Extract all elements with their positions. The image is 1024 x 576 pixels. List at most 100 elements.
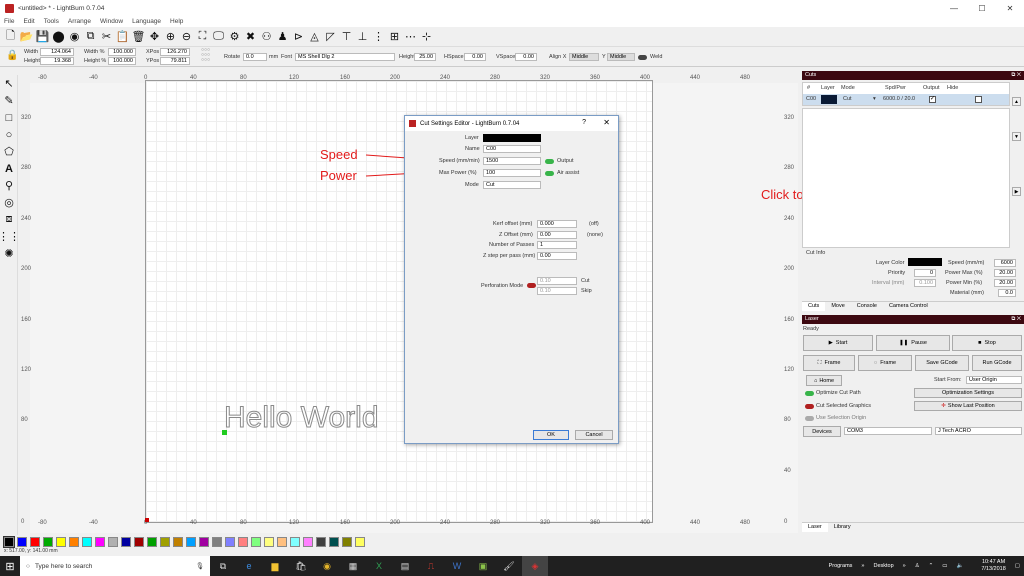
lightburn-taskbar-icon[interactable]: ◈ xyxy=(522,556,548,576)
tray-arrow-icon[interactable]: ⌃ xyxy=(929,563,934,569)
paint-icon[interactable]: 🖌 xyxy=(496,556,522,576)
palette-swatch[interactable] xyxy=(147,536,157,547)
pause-button[interactable]: ❚❚ Pause xyxy=(876,335,950,351)
device-select[interactable]: J Tech ACRO xyxy=(935,427,1022,435)
powermin-input[interactable]: 20.00 xyxy=(994,279,1016,287)
row-mode[interactable]: Cut xyxy=(843,96,852,102)
interval-input[interactable]: 0.100 xyxy=(914,279,936,287)
tab-laser[interactable]: Laser xyxy=(802,523,828,532)
palette-swatch[interactable] xyxy=(82,536,92,547)
chevron-icon[interactable]: » xyxy=(861,563,864,569)
palette-swatch[interactable] xyxy=(134,536,144,547)
tab-console[interactable]: Console xyxy=(851,302,883,311)
mode-select[interactable]: Cut xyxy=(483,181,541,189)
palette-swatch[interactable] xyxy=(329,536,339,547)
ok-button[interactable]: OK xyxy=(533,430,569,440)
output-checkbox[interactable]: ✓ xyxy=(929,96,936,103)
word-icon[interactable]: W xyxy=(444,556,470,576)
palette-swatch[interactable] xyxy=(342,536,352,547)
palette-swatch[interactable] xyxy=(212,536,222,547)
tab-move[interactable]: Move xyxy=(825,302,850,311)
move-down-icon[interactable]: ▼ xyxy=(1012,132,1021,141)
palette-swatch[interactable] xyxy=(316,536,326,547)
devices-button[interactable]: Devices xyxy=(803,426,841,437)
palette-swatch[interactable] xyxy=(225,536,235,547)
palette-swatch[interactable] xyxy=(43,536,53,547)
edge-icon[interactable]: e xyxy=(236,556,262,576)
expand-right-icon[interactable]: ▶ xyxy=(1012,187,1021,196)
palette-swatch[interactable] xyxy=(121,536,131,547)
table-row[interactable]: C00 Cut ▾ 6000.0 / 20.0 ✓ xyxy=(803,94,1009,105)
perforation-toggle[interactable] xyxy=(527,283,536,288)
palette-swatch[interactable] xyxy=(264,536,274,547)
airassist-toggle[interactable] xyxy=(545,171,554,176)
palette-swatch[interactable] xyxy=(30,536,40,547)
calculator-icon[interactable]: ▦ xyxy=(340,556,366,576)
palette-swatch[interactable] xyxy=(277,536,287,547)
palette-swatch[interactable] xyxy=(186,536,196,547)
clock[interactable]: 10:47 AM 7/13/2018 xyxy=(972,559,1005,573)
taskbar-search[interactable]: ○ Type here to search 🎙 xyxy=(20,556,210,576)
windows-start-icon[interactable]: ⊞ xyxy=(0,556,20,576)
notepad-icon[interactable]: ▤ xyxy=(392,556,418,576)
desktop-toolbar[interactable]: Desktop xyxy=(873,563,893,569)
task-view-icon[interactable]: ⧉ xyxy=(210,556,236,576)
palette-swatch[interactable] xyxy=(251,536,261,547)
store-icon[interactable]: 🛍 xyxy=(288,556,314,576)
port-select[interactable]: COM3 xyxy=(844,427,932,435)
name-input[interactable]: C00 xyxy=(483,145,541,153)
network-icon[interactable]: ▭ xyxy=(942,563,947,569)
file-explorer-icon[interactable]: ▆ xyxy=(262,556,288,576)
cut-selected-toggle[interactable] xyxy=(805,404,814,409)
zstep-input[interactable]: 0.00 xyxy=(537,252,577,260)
show-last-position-button[interactable]: ✛ Show Last Position xyxy=(914,401,1022,411)
dialog-close-button[interactable]: ✕ xyxy=(603,118,610,127)
kerf-input[interactable]: 0.000 xyxy=(537,220,577,228)
palette-swatch[interactable] xyxy=(160,536,170,547)
palette-swatch[interactable] xyxy=(173,536,183,547)
passes-input[interactable]: 1 xyxy=(537,241,577,249)
hide-checkbox[interactable] xyxy=(975,96,982,103)
zoffset-input[interactable]: 0.00 xyxy=(537,231,577,239)
output-toggle[interactable] xyxy=(545,159,554,164)
chevron-icon[interactable]: » xyxy=(903,563,906,569)
palette-swatch[interactable] xyxy=(3,535,15,548)
row-mode-dropdown-icon[interactable]: ▾ xyxy=(873,96,876,102)
palette-swatch[interactable] xyxy=(238,536,248,547)
stop-button[interactable]: ■ Stop xyxy=(952,335,1022,351)
palette-swatch[interactable] xyxy=(17,536,27,547)
row-spdpwr[interactable]: 6000.0 / 20.0 xyxy=(883,96,915,102)
volume-icon[interactable]: 🔈 xyxy=(956,563,963,569)
app-icon[interactable]: ▣ xyxy=(470,556,496,576)
dialog-help-button[interactable]: ? xyxy=(582,119,586,126)
palette-swatch[interactable] xyxy=(56,536,66,547)
info-speed-input[interactable]: 6000 xyxy=(994,259,1016,267)
palette-swatch[interactable] xyxy=(355,536,365,547)
tab-cuts[interactable]: Cuts xyxy=(802,302,826,311)
chrome-icon[interactable]: ◉ xyxy=(314,556,340,576)
maxpower-input[interactable]: 100 xyxy=(483,169,541,177)
excel-icon[interactable]: X xyxy=(366,556,392,576)
microphone-icon[interactable]: 🎙 xyxy=(196,562,204,570)
optimization-settings-button[interactable]: Optimization Settings xyxy=(914,388,1022,398)
palette-swatch[interactable] xyxy=(199,536,209,547)
move-up-icon[interactable]: ▲ xyxy=(1012,97,1021,106)
palette-swatch[interactable] xyxy=(69,536,79,547)
frame-button[interactable]: ⛶ Frame xyxy=(803,355,855,371)
palette-swatch[interactable] xyxy=(95,536,105,547)
use-selection-origin-toggle[interactable] xyxy=(805,416,814,421)
tab-library[interactable]: Library xyxy=(828,523,857,532)
tab-camera-control[interactable]: Camera Control xyxy=(883,302,934,311)
frame-circle-button[interactable]: ◌ Frame xyxy=(858,355,912,371)
palette-swatch[interactable] xyxy=(290,536,300,547)
acrobat-icon[interactable]: ⎍ xyxy=(418,556,444,576)
start-from-select[interactable]: User Origin xyxy=(966,376,1022,384)
powermax-input[interactable]: 20.00 xyxy=(994,269,1016,277)
material-input[interactable]: 0.0 xyxy=(998,289,1016,297)
run-gcode-button[interactable]: Run GCode xyxy=(972,355,1022,371)
perf-cut-input[interactable]: 0.10 xyxy=(537,277,577,285)
start-button[interactable]: ▶ Start xyxy=(803,335,873,351)
perf-skip-input[interactable]: 0.10 xyxy=(537,287,577,295)
palette-swatch[interactable] xyxy=(108,536,118,547)
priority-input[interactable]: 0 xyxy=(914,269,936,277)
